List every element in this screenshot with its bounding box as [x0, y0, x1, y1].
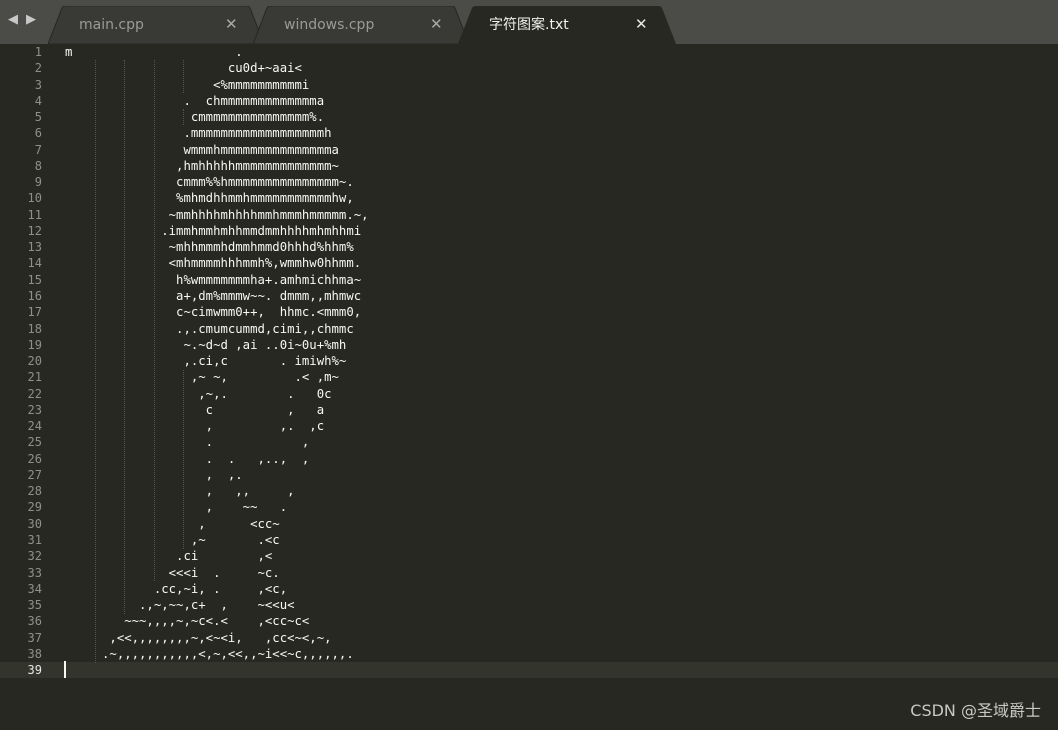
text-line: a+,dm%mmmw~~. dmmm,,mhmwc [65, 288, 362, 303]
text-line: m . [65, 45, 243, 59]
text-line: .,.cmumcummd,cimi,,chmmc [65, 321, 354, 336]
text-line: .cc,~i, . ,<c, [65, 581, 288, 596]
text-line: .immhmmhmhhmmdmmhhhhmhmhhmi [65, 223, 362, 238]
line-number: 31 [27, 532, 42, 547]
line-number-gutter: 1 2 3 4 5 6 7 8 9 10 11 12 13 14 15 16 17 18 19 20 21 22 23 24 2… [0, 44, 42, 678]
tab-character-pattern-txt[interactable]: 字符图案.txt ✕ [458, 6, 676, 44]
line-number: 13 [27, 240, 42, 255]
line-number: 24 [27, 419, 42, 434]
text-line: ~mhhmmmhdmmhmmd0hhhd%hhm% [65, 240, 354, 255]
text-line: ,~,. . 0c [65, 386, 332, 401]
line-number: 23 [27, 402, 42, 417]
text-line: . chmmmmmmmmmmmmma [65, 93, 325, 108]
line-number: 37 [27, 630, 42, 645]
line-number: 35 [27, 598, 42, 613]
text-line: .ci ,< [65, 549, 273, 564]
line-number: 32 [27, 549, 42, 564]
text-line: ,hmhhhhhmmmmmmmmmmmmm~ [65, 158, 339, 173]
text-line: cmmm%%hmmmmmmmmmmmmmmm~. [65, 175, 354, 190]
line-number: 34 [27, 581, 42, 596]
text-line: ,~ ~, .< ,m~ [65, 370, 339, 385]
text-line: ,<<,,,,,,,,~,<~<i, ,cc<~<,~, [65, 630, 332, 645]
text-line: <%mmmmmmmmmmi [65, 77, 310, 92]
line-number: 16 [27, 288, 42, 303]
line-number: 1 [34, 45, 42, 59]
text-line: cu0d+~aai< [65, 61, 302, 76]
line-number: 10 [27, 191, 42, 206]
line-number: 15 [27, 272, 42, 287]
tab-label: windows.cpp [284, 17, 375, 33]
line-number: 28 [27, 484, 42, 499]
text-line: ,~ .<c [65, 532, 280, 547]
line-number: 30 [27, 516, 42, 531]
text-line: .mmmmmmmmmmmmmmmmmmh [65, 126, 332, 141]
editor[interactable]: 1 2 3 4 5 6 7 8 9 10 11 12 13 14 15 16 17 18 19 20 21 22 23 24 2… [0, 44, 1058, 730]
line-number: 2 [34, 61, 42, 76]
line-number: 25 [27, 435, 42, 450]
text-line: c , a [65, 402, 325, 417]
text-content[interactable]: m . cu0d+~aai< <%mmmmmmmmmmi . chmmmmmmm… [65, 44, 369, 678]
text-line: , <cc~ [65, 516, 280, 531]
text-line: ~~~,,,,~,~c<.< ,<cc~c< [65, 614, 310, 629]
line-number: 21 [27, 370, 42, 385]
line-number: 38 [27, 646, 42, 661]
watermark: CSDN @圣域爵士 [910, 701, 1041, 720]
line-number: 29 [27, 500, 42, 515]
text-line: , ,. ,c [65, 419, 325, 434]
text-line: <<<i . ~c. [65, 565, 280, 580]
line-number: 27 [27, 467, 42, 482]
tab-windows-cpp[interactable]: windows.cpp ✕ [253, 6, 469, 44]
text-line: .,~,~~,c+ , ~<<u< [65, 598, 295, 613]
line-number: 39 [27, 663, 42, 678]
tab-label: 字符图案.txt [489, 17, 569, 33]
line-number: 17 [27, 305, 42, 320]
text-line: . . ,.., , [65, 451, 310, 466]
text-line: %mhmdhhmmhmmmmmmmmmmmhw, [65, 191, 354, 206]
tab-label: main.cpp [79, 17, 144, 33]
line-number: 36 [27, 614, 42, 629]
line-number: 5 [34, 110, 42, 125]
text-cursor [64, 661, 66, 678]
close-icon[interactable]: ✕ [225, 15, 238, 33]
line-number: 11 [27, 207, 42, 222]
text-line: , ~~ . [65, 500, 288, 515]
line-number: 8 [34, 158, 42, 173]
text-line: h%wmmmmmmmha+.amhmichhma~ [65, 272, 362, 287]
nav-forward-icon[interactable]: ▶ [26, 12, 36, 28]
text-line [65, 662, 369, 678]
text-line: ~.~d~d ,ai ..0i~0u+%mh [65, 337, 347, 352]
line-number: 22 [27, 386, 42, 401]
nav-back-icon[interactable]: ◀ [8, 12, 18, 28]
line-number: 9 [34, 175, 42, 190]
close-icon[interactable]: ✕ [430, 15, 443, 33]
text-line: ~mmhhhhmhhhhmmhmmmhmmmmm.~, [65, 207, 369, 222]
line-number: 14 [27, 256, 42, 271]
text-line: , ,. [65, 467, 243, 482]
text-line: <mhmmmmhhhmmh%,wmmhw0hhmm. [65, 256, 362, 271]
text-line: cmmmmmmmmmmmmmmm%. [65, 110, 325, 125]
line-number: 6 [34, 126, 42, 141]
line-number: 7 [34, 142, 42, 157]
text-line: , ,, , [65, 484, 295, 499]
line-number: 33 [27, 565, 42, 580]
tab-bar: ◀ ▶ main.cpp ✕ windows.cpp ✕ 字符图案.txt ✕ [0, 0, 1058, 44]
line-number: 20 [27, 354, 42, 369]
close-icon[interactable]: ✕ [635, 15, 648, 33]
text-line: c~cimwmm0++, hhmc.<mmm0, [65, 305, 362, 320]
line-number: 19 [27, 337, 42, 352]
text-line: . , [65, 435, 310, 450]
line-number: 26 [27, 451, 42, 466]
line-number: 18 [27, 321, 42, 336]
line-number: 12 [27, 223, 42, 238]
line-number: 4 [34, 93, 42, 108]
text-line: wmmmhmmmmmmmmmmmmmmma [65, 142, 339, 157]
text-line: .~,,,,,,,,,,,<,~,<<,,~i<<~c,,,,,,. [65, 646, 354, 661]
line-number: 3 [34, 77, 42, 92]
tab-main-cpp[interactable]: main.cpp ✕ [48, 6, 264, 44]
text-line: ,.ci,c . imiwh%~ [65, 354, 347, 369]
